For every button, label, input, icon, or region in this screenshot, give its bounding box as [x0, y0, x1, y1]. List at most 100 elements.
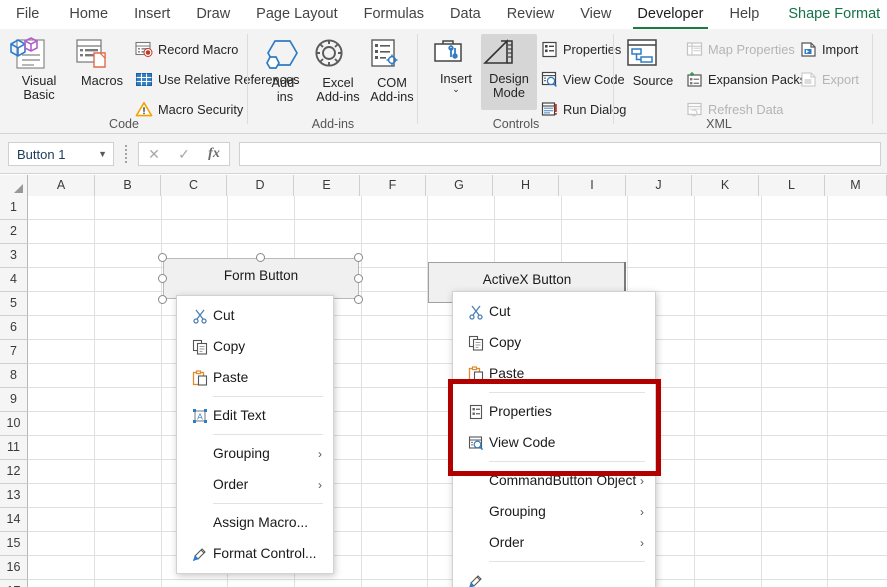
form-button-context-menu[interactable]: Cut Copy Paste A Edit Text Grouping › Or…: [176, 295, 334, 574]
chevron-right-icon: ›: [640, 473, 644, 488]
row-header-9[interactable]: 9: [0, 388, 28, 412]
ribbon-tab-file[interactable]: File: [0, 0, 56, 29]
ribbon-tab-home[interactable]: Home: [56, 0, 121, 29]
column-header-a[interactable]: A: [28, 175, 95, 196]
properties-icon: [463, 404, 489, 420]
row-header-2[interactable]: 2: [0, 220, 28, 244]
menu-item-copy[interactable]: Copy: [177, 331, 333, 362]
ribbon-tab-help[interactable]: Help: [717, 0, 773, 29]
menu-item-order[interactable]: Order ›: [177, 469, 333, 500]
menu-item-order[interactable]: Order ›: [453, 527, 655, 558]
design-mode-button[interactable]: Design Mode: [481, 37, 537, 100]
row-header-11[interactable]: 11: [0, 436, 28, 460]
row-header-7[interactable]: 7: [0, 340, 28, 364]
column-header-b[interactable]: B: [95, 175, 161, 196]
addins-button[interactable]: Add- ins: [262, 37, 308, 104]
menu-item-view-code[interactable]: View Code: [453, 427, 655, 458]
ribbon-tab-view[interactable]: View: [567, 0, 624, 29]
resize-handle-sw[interactable]: [158, 295, 167, 304]
menu-item-format-control[interactable]: [453, 565, 655, 587]
ribbon-tab-review[interactable]: Review: [494, 0, 568, 29]
properties-ribbon-button[interactable]: Properties: [541, 41, 621, 58]
menu-item-copy[interactable]: Copy: [453, 327, 655, 358]
menu-item-paste[interactable]: Paste: [177, 362, 333, 393]
expansion-packs-button[interactable]: Expansion Packs: [686, 71, 806, 88]
row-header-5[interactable]: 5: [0, 292, 28, 316]
row-header-4[interactable]: 4: [0, 268, 28, 292]
row-header-16[interactable]: 16: [0, 556, 28, 580]
macro-security-button[interactable]: Macro Security: [135, 101, 243, 118]
xml-import-button[interactable]: Import: [800, 41, 858, 58]
chevron-down-icon[interactable]: ⌄: [432, 85, 480, 94]
column-header-d[interactable]: D: [227, 175, 294, 196]
name-box[interactable]: Button 1 ▼: [8, 142, 114, 166]
menu-item-format-control[interactable]: Format Control...: [177, 538, 333, 569]
row-header-12[interactable]: 12: [0, 460, 28, 484]
menu-item-grouping[interactable]: Grouping ›: [453, 496, 655, 527]
insert-function-icon[interactable]: fx: [208, 146, 220, 162]
menu-item-commandbutton-object[interactable]: CommandButton Object ›: [453, 465, 655, 496]
run-dialog-icon: [541, 101, 558, 118]
resize-handle-se[interactable]: [354, 295, 363, 304]
ribbon-tab-page-layout[interactable]: Page Layout: [243, 0, 350, 29]
visual-basic-button[interactable]: Visual Basic: [8, 37, 70, 102]
menu-item-assign-macro[interactable]: Assign Macro...: [177, 507, 333, 538]
row-header-6[interactable]: 6: [0, 316, 28, 340]
ribbon-group-addins-label: Add-ins: [311, 117, 355, 131]
row-header-3[interactable]: 3: [0, 244, 28, 268]
xml-source-button[interactable]: Source: [624, 37, 682, 88]
name-box-dropdown-icon[interactable]: ▼: [98, 149, 109, 159]
com-addins-label-line2: Add-ins: [370, 89, 414, 104]
macros-button[interactable]: Macros: [74, 37, 130, 88]
ribbon-tab-draw[interactable]: Draw: [183, 0, 243, 29]
column-header-m[interactable]: M: [825, 175, 887, 196]
format-control-icon: [187, 546, 213, 562]
resize-handle-ne[interactable]: [354, 253, 363, 262]
select-all-corner[interactable]: [0, 175, 28, 196]
activex-button-context-menu[interactable]: Cut Copy Paste Properties View Code Comm…: [452, 291, 656, 587]
resize-handle-nw[interactable]: [158, 253, 167, 262]
ribbon-tab-insert[interactable]: Insert: [121, 0, 183, 29]
column-header-f[interactable]: F: [360, 175, 426, 196]
row-header-8[interactable]: 8: [0, 364, 28, 388]
ribbon-tab-developer[interactable]: Developer: [624, 0, 716, 29]
form-button-shape[interactable]: Form Button: [163, 258, 359, 299]
column-header-g[interactable]: G: [426, 175, 493, 196]
menu-item-cut[interactable]: Cut: [453, 296, 655, 327]
cancel-formula-icon[interactable]: ✕: [148, 146, 160, 163]
menu-item-properties[interactable]: Properties: [453, 396, 655, 427]
column-header-j[interactable]: J: [626, 175, 692, 196]
menu-item-paste[interactable]: Paste: [453, 358, 655, 389]
row-header-15[interactable]: 15: [0, 532, 28, 556]
menu-item-grouping[interactable]: Grouping ›: [177, 438, 333, 469]
row-header-10[interactable]: 10: [0, 412, 28, 436]
column-header-h[interactable]: H: [493, 175, 559, 196]
ribbon-tab-data[interactable]: Data: [437, 0, 494, 29]
resize-handle-w[interactable]: [158, 274, 167, 283]
row-header-14[interactable]: 14: [0, 508, 28, 532]
formula-input[interactable]: [239, 142, 881, 166]
row-header-1[interactable]: 1: [0, 196, 28, 220]
menu-item-edit-text[interactable]: A Edit Text: [177, 400, 333, 431]
column-header-i[interactable]: I: [559, 175, 626, 196]
excel-addins-button[interactable]: Excel Add-ins: [310, 37, 366, 104]
properties-icon: [541, 41, 558, 58]
row-header-13[interactable]: 13: [0, 484, 28, 508]
resize-handle-e[interactable]: [354, 274, 363, 283]
com-addins-button[interactable]: COM Add-ins: [367, 37, 417, 104]
formula-bar-grip[interactable]: [124, 145, 128, 163]
resize-handle-n[interactable]: [256, 253, 265, 262]
column-header-l[interactable]: L: [759, 175, 825, 196]
record-macro-button[interactable]: Record Macro: [135, 41, 238, 58]
ribbon-tab-formulas[interactable]: Formulas: [351, 0, 437, 29]
ribbon-tab-shape-format[interactable]: Shape Format: [772, 0, 887, 29]
column-header-e[interactable]: E: [294, 175, 360, 196]
column-header-k[interactable]: K: [692, 175, 759, 196]
enter-formula-icon[interactable]: ✓: [178, 146, 190, 163]
insert-control-button[interactable]: Insert ⌄: [432, 37, 480, 94]
menu-item-copy-label: Copy: [213, 339, 246, 354]
column-header-c[interactable]: C: [161, 175, 227, 196]
row-header-17[interactable]: 17: [0, 580, 28, 587]
map-properties-label: Map Properties: [708, 42, 795, 57]
menu-item-cut[interactable]: Cut: [177, 300, 333, 331]
